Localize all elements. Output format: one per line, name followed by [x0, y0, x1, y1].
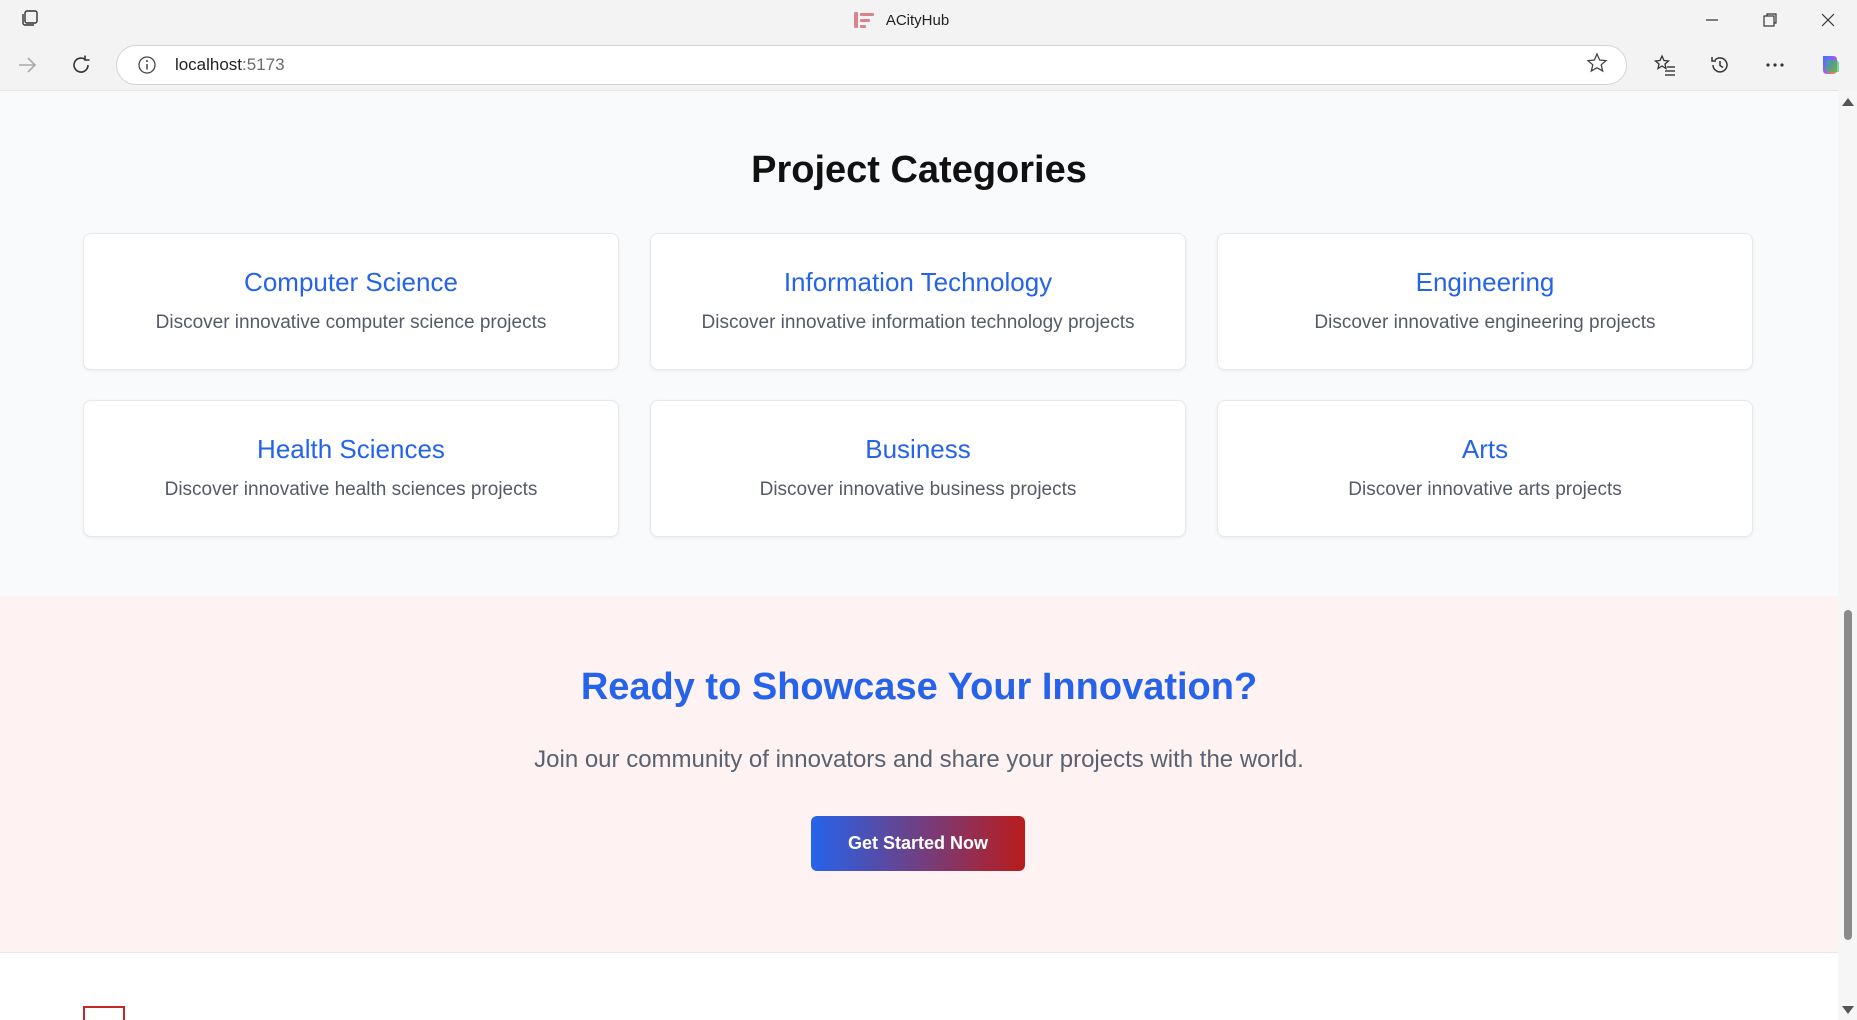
- page-scrollbar[interactable]: [1838, 90, 1857, 1020]
- category-card-title: Engineering: [1415, 267, 1555, 297]
- category-card-arts[interactable]: Arts Discover innovative arts projects: [1217, 400, 1753, 537]
- category-card-description: Discover innovative health sciences proj…: [164, 479, 538, 500]
- more-dots-icon: [1765, 63, 1784, 67]
- url-text[interactable]: localhost:5173: [175, 55, 1586, 75]
- category-card-description: Discover innovative business projects: [759, 479, 1077, 500]
- more-options-button[interactable]: [1747, 45, 1802, 85]
- category-card-engineering[interactable]: Engineering Discover innovative engineer…: [1217, 233, 1753, 370]
- scroll-up-arrow-icon[interactable]: [1842, 98, 1854, 106]
- category-card-title: Information Technology: [783, 267, 1053, 297]
- scroll-down-arrow-icon[interactable]: [1842, 1006, 1854, 1014]
- project-categories-section: Project Categories Computer Science Disc…: [0, 91, 1838, 596]
- url-port: :5173: [242, 55, 285, 74]
- arrow-right-icon: [18, 57, 37, 73]
- favorites-list-icon: [1653, 54, 1675, 76]
- category-card-description: Discover innovative computer science pro…: [155, 312, 547, 333]
- browser-toolbar: localhost:5173: [0, 40, 1857, 90]
- url-host: localhost: [174, 55, 243, 74]
- category-card-computer-science[interactable]: Computer Science Discover innovative com…: [83, 233, 619, 370]
- footer: [0, 952, 1838, 1020]
- category-card-business[interactable]: Business Discover innovative business pr…: [650, 400, 1186, 537]
- minimize-button[interactable]: [1683, 0, 1741, 40]
- call-to-action-section: Ready to Showcase Your Innovation? Join …: [0, 596, 1838, 952]
- category-card-description: Discover innovative arts projects: [1348, 479, 1622, 500]
- category-card-description: Discover innovative information technolo…: [701, 312, 1135, 333]
- category-card-title: Business: [865, 434, 971, 464]
- address-bar[interactable]: localhost:5173: [115, 45, 1627, 85]
- reload-button[interactable]: [54, 45, 108, 85]
- page-viewport: Project Categories Computer Science Disc…: [0, 90, 1838, 1020]
- category-card-health-sciences[interactable]: Health Sciences Discover innovative heal…: [83, 400, 619, 537]
- history-icon: [1710, 57, 1728, 73]
- reload-icon: [73, 55, 90, 73]
- site-info-icon[interactable]: [135, 53, 159, 77]
- footer-logo-icon[interactable]: [83, 1006, 125, 1020]
- favorite-star-icon[interactable]: [1586, 51, 1608, 79]
- category-card-title: Arts: [1461, 434, 1509, 464]
- browser-title-bar: ACityHub: [0, 0, 1857, 40]
- scrollbar-thumb[interactable]: [1844, 610, 1852, 940]
- cta-title: Ready to Showcase Your Innovation?: [580, 666, 1258, 708]
- category-card-description: Discover innovative engineering projects: [1314, 312, 1656, 333]
- tab-actions-icon[interactable]: [20, 8, 40, 33]
- window-title: ACityHub: [885, 11, 950, 29]
- restore-button[interactable]: [1741, 0, 1799, 40]
- category-card-title: Health Sciences: [257, 434, 445, 464]
- forward-button[interactable]: [0, 45, 54, 85]
- minimize-icon: [1706, 19, 1718, 21]
- category-card-information-technology[interactable]: Information Technology Discover innovati…: [650, 233, 1186, 370]
- copilot-button[interactable]: [1802, 45, 1857, 85]
- close-window-button[interactable]: [1799, 0, 1857, 40]
- restore-icon: [1763, 13, 1777, 27]
- section-title: Project Categories: [751, 149, 1087, 191]
- category-card-title: Computer Science: [244, 267, 458, 297]
- favorites-button[interactable]: [1637, 45, 1692, 85]
- copilot-icon: [1822, 56, 1839, 74]
- close-icon: [1821, 13, 1835, 27]
- get-started-button[interactable]: Get Started Now: [811, 816, 1025, 871]
- history-button[interactable]: [1692, 45, 1747, 85]
- cta-subtitle: Join our community of innovators and sha…: [534, 746, 1304, 773]
- site-favicon-icon: [853, 10, 876, 30]
